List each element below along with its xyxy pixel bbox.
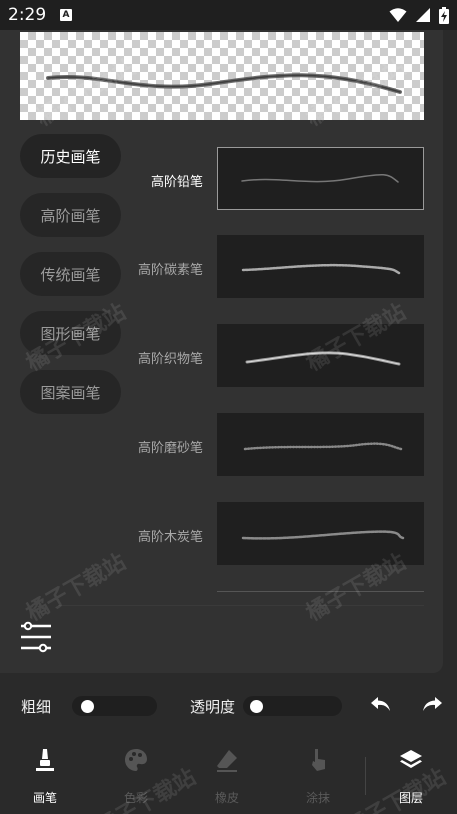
- smudge-finger-icon: [312, 749, 325, 771]
- nav-smudge[interactable]: 涂抹: [283, 735, 353, 814]
- nav-brush[interactable]: 画笔: [10, 735, 80, 814]
- battery-charging-icon: [439, 6, 449, 24]
- category-label: 传统画笔: [40, 265, 101, 284]
- undo-button[interactable]: [369, 694, 393, 716]
- nav-label: 色彩: [123, 791, 148, 805]
- category-label: 高阶画笔: [40, 206, 101, 225]
- brush-panel: 历史画笔 高阶画笔 传统画笔 图形画笔 图案画笔 高阶铅笔 高阶碳素笔 高阶织物…: [0, 30, 443, 673]
- category-shape-brush[interactable]: 图形画笔: [20, 311, 121, 355]
- app-notification-icon: A: [60, 9, 72, 21]
- brush-thumb-fabric[interactable]: [217, 324, 424, 387]
- brush-label-charcoal[interactable]: 高阶木炭笔: [138, 526, 203, 545]
- brush-label-carbon[interactable]: 高阶碳素笔: [138, 259, 203, 278]
- nav-label: 橡皮: [214, 791, 239, 805]
- category-label: 图形画笔: [40, 324, 101, 343]
- status-time: 2:29: [8, 5, 47, 25]
- status-bar: 2:29 A: [0, 0, 457, 30]
- opacity-slider[interactable]: [243, 696, 342, 716]
- thickness-label: 粗细: [21, 698, 52, 716]
- category-label: 图案画笔: [40, 383, 101, 402]
- brush-thumb-charcoal[interactable]: [217, 502, 424, 565]
- brush-settings-button[interactable]: [18, 620, 54, 654]
- brush-preview: [20, 32, 424, 120]
- brush-label-fabric[interactable]: 高阶织物笔: [138, 348, 203, 367]
- brush-icon: [36, 749, 54, 771]
- list-divider: [58, 605, 424, 606]
- sliders-icon: [21, 621, 51, 653]
- eraser-icon: [217, 750, 237, 772]
- nav-layers[interactable]: 图层: [376, 735, 446, 814]
- brush-controls: 粗细 透明度: [0, 686, 457, 726]
- brush-label-pencil[interactable]: 高阶铅笔: [151, 171, 203, 190]
- nav-eraser[interactable]: 橡皮: [192, 735, 262, 814]
- nav-label: 画笔: [32, 791, 57, 805]
- redo-icon: [423, 697, 442, 711]
- status-icons: [389, 6, 449, 24]
- brush-thumb-frosted[interactable]: [217, 413, 424, 476]
- brush-label-frosted[interactable]: 高阶磨砂笔: [138, 437, 203, 456]
- redo-button[interactable]: [420, 694, 444, 716]
- nav-color[interactable]: 色彩: [101, 735, 171, 814]
- brush-thumb-carbon[interactable]: [217, 235, 424, 298]
- nav-divider: [365, 757, 366, 795]
- layers-icon: [400, 750, 422, 768]
- thickness-slider-knob[interactable]: [81, 700, 94, 713]
- category-history-brush[interactable]: 历史画笔: [20, 134, 121, 178]
- brush-thumb-pencil[interactable]: [217, 147, 424, 210]
- nav-label: 图层: [398, 791, 423, 805]
- wifi-icon: [389, 8, 407, 22]
- category-label: 历史画笔: [40, 147, 101, 166]
- signal-icon: [416, 8, 430, 22]
- preview-stroke: [46, 73, 402, 94]
- undo-icon: [371, 697, 390, 711]
- thickness-slider[interactable]: [72, 696, 157, 716]
- category-traditional-brush[interactable]: 传统画笔: [20, 252, 121, 296]
- palette-icon: [125, 749, 147, 771]
- nav-label: 涂抹: [305, 791, 330, 805]
- category-advanced-brush[interactable]: 高阶画笔: [20, 193, 121, 237]
- category-pattern-brush[interactable]: 图案画笔: [20, 370, 121, 414]
- opacity-slider-knob[interactable]: [250, 700, 263, 713]
- list-divider: [217, 591, 424, 592]
- bottom-navigation: 画笔 色彩 橡皮 涂抹 图层: [0, 735, 457, 814]
- opacity-label: 透明度: [190, 698, 236, 716]
